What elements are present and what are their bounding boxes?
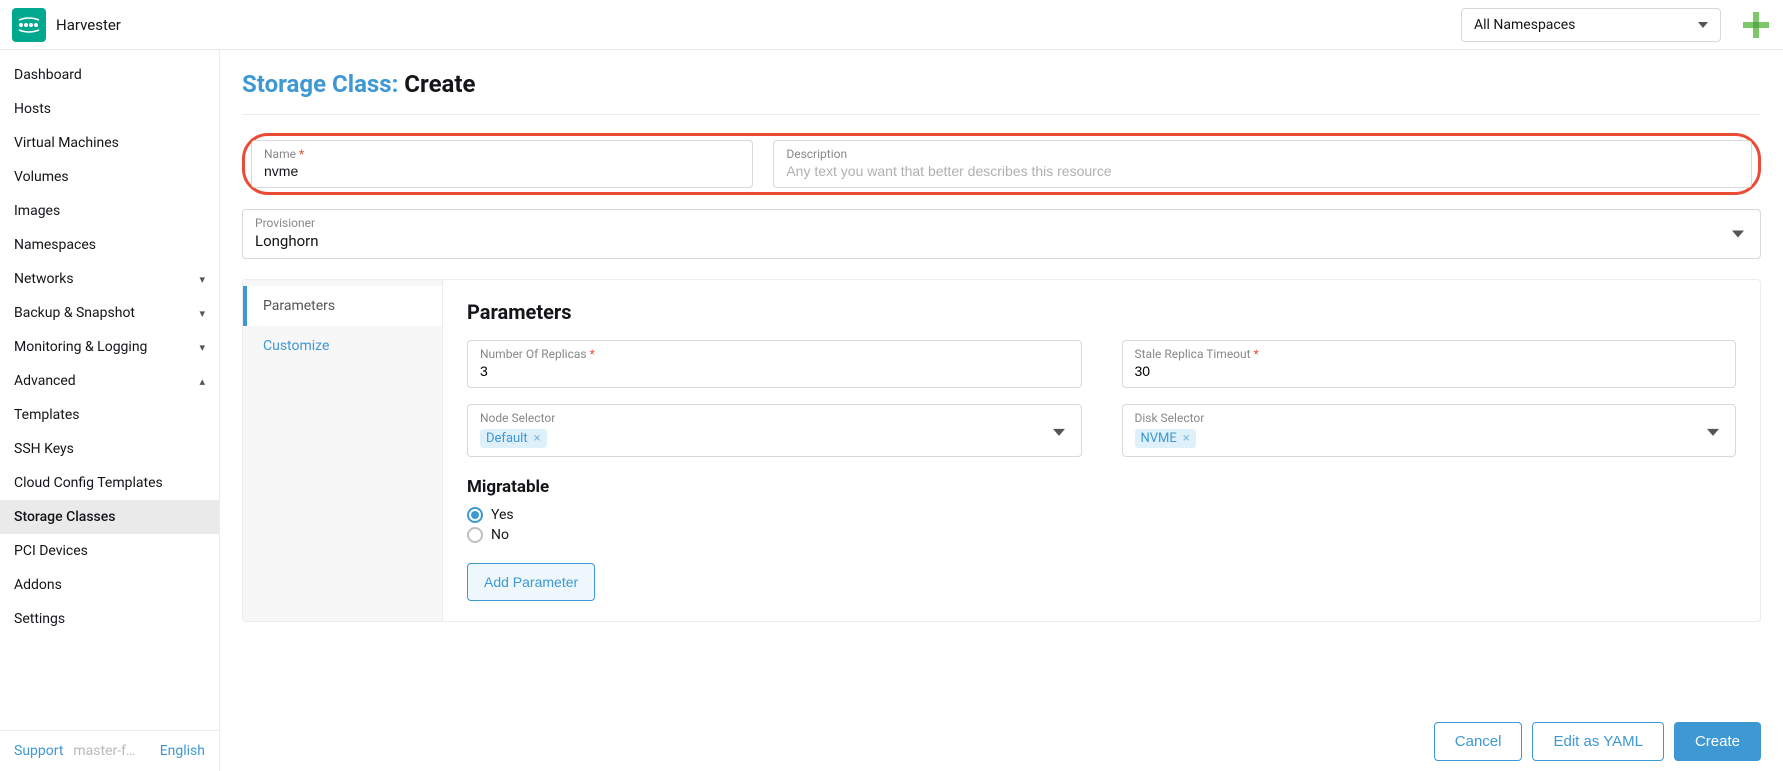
node-selector-tag: Default × xyxy=(480,429,547,448)
tab-parameters[interactable]: Parameters xyxy=(243,286,442,326)
sidebar-footer: Support master-f… English xyxy=(0,730,219,771)
description-label: Description xyxy=(786,147,1739,161)
breadcrumb-parent[interactable]: Storage Class: xyxy=(242,70,398,98)
chevron-down-icon: ▾ xyxy=(199,307,205,320)
migratable-no-radio[interactable]: No xyxy=(467,527,1736,543)
stale-timeout-field-wrapper[interactable]: Stale Replica Timeout * xyxy=(1122,340,1737,388)
sidebar: Dashboard Hosts Virtual Machines Volumes… xyxy=(0,50,220,771)
migratable-heading: Migratable xyxy=(467,477,1736,497)
edit-as-yaml-button[interactable]: Edit as YAML xyxy=(1532,722,1664,761)
sidebar-item-settings[interactable]: Settings xyxy=(0,602,219,636)
sidebar-item-namespaces[interactable]: Namespaces xyxy=(0,228,219,262)
provisioner-select[interactable]: Provisioner Longhorn xyxy=(242,209,1761,259)
node-selector-label: Node Selector xyxy=(480,411,1069,425)
support-link[interactable]: Support xyxy=(14,743,63,759)
stale-timeout-label: Stale Replica Timeout * xyxy=(1135,347,1724,361)
migratable-yes-label: Yes xyxy=(491,507,514,523)
radio-selected-icon xyxy=(467,507,483,523)
stale-timeout-input[interactable] xyxy=(1135,363,1724,379)
node-selector-select[interactable]: Node Selector Default × xyxy=(467,404,1082,457)
description-input[interactable] xyxy=(786,163,1739,179)
brand-logo[interactable] xyxy=(12,8,46,42)
replicas-field-wrapper[interactable]: Number Of Replicas * xyxy=(467,340,1082,388)
tab-content-parameters: Parameters Number Of Replicas * Stale Re… xyxy=(443,280,1760,621)
version-label: master-f… xyxy=(73,743,135,759)
sidebar-item-images[interactable]: Images xyxy=(0,194,219,228)
remove-tag-icon[interactable]: × xyxy=(534,431,541,446)
chevron-up-icon: ▴ xyxy=(199,375,205,388)
user-avatar[interactable] xyxy=(1741,10,1771,40)
sidebar-group-monitoring-logging[interactable]: Monitoring & Logging▾ xyxy=(0,330,219,364)
tab-column: Parameters Customize xyxy=(243,280,443,621)
harvester-logo-icon xyxy=(17,16,41,34)
migratable-no-label: No xyxy=(491,527,509,543)
avatar-icon xyxy=(1741,10,1771,40)
header: Harvester All Namespaces xyxy=(0,0,1783,50)
footer-actions: Cancel Edit as YAML Create xyxy=(1434,722,1761,761)
page-title: Storage Class: Create xyxy=(242,70,1761,115)
parameters-heading: Parameters xyxy=(467,300,1736,324)
tabbed-panel: Parameters Customize Parameters Number O… xyxy=(242,279,1761,622)
disk-selector-label: Disk Selector xyxy=(1135,411,1724,425)
sidebar-group-backup-snapshot[interactable]: Backup & Snapshot▾ xyxy=(0,296,219,330)
chevron-down-icon: ▾ xyxy=(199,273,205,286)
sidebar-group-advanced[interactable]: Advanced▴ xyxy=(0,364,219,398)
disk-selector-select[interactable]: Disk Selector NVME × xyxy=(1122,404,1737,457)
sidebar-item-cloud-config-templates[interactable]: Cloud Config Templates xyxy=(0,466,219,500)
namespace-selector[interactable]: All Namespaces xyxy=(1461,8,1721,42)
name-field-wrapper[interactable]: Name * xyxy=(251,140,753,188)
create-button[interactable]: Create xyxy=(1674,722,1761,761)
sidebar-item-addons[interactable]: Addons xyxy=(0,568,219,602)
provisioner-value: Longhorn xyxy=(255,232,1748,250)
radio-unselected-icon xyxy=(467,527,483,543)
description-field-wrapper[interactable]: Description xyxy=(773,140,1752,188)
sidebar-item-pci-devices[interactable]: PCI Devices xyxy=(0,534,219,568)
tab-customize[interactable]: Customize xyxy=(243,326,442,366)
cancel-button[interactable]: Cancel xyxy=(1434,722,1523,761)
breadcrumb-leaf: Create xyxy=(404,70,475,98)
sidebar-item-templates[interactable]: Templates xyxy=(0,398,219,432)
sidebar-item-ssh-keys[interactable]: SSH Keys xyxy=(0,432,219,466)
language-selector[interactable]: English xyxy=(160,743,205,759)
sidebar-item-volumes[interactable]: Volumes xyxy=(0,160,219,194)
migratable-yes-radio[interactable]: Yes xyxy=(467,507,1736,523)
name-input[interactable] xyxy=(264,163,740,179)
namespace-selected: All Namespaces xyxy=(1474,17,1575,33)
replicas-input[interactable] xyxy=(480,363,1069,379)
sidebar-group-networks[interactable]: Networks▾ xyxy=(0,262,219,296)
provisioner-label: Provisioner xyxy=(255,216,1748,230)
sidebar-item-storage-classes[interactable]: Storage Classes xyxy=(0,500,219,534)
remove-tag-icon[interactable]: × xyxy=(1183,431,1190,446)
sidebar-item-virtual-machines[interactable]: Virtual Machines xyxy=(0,126,219,160)
disk-selector-tag: NVME × xyxy=(1135,429,1196,448)
replicas-label: Number Of Replicas * xyxy=(480,347,1069,361)
brand-name: Harvester xyxy=(56,16,121,34)
name-label: Name * xyxy=(264,147,740,161)
sidebar-item-hosts[interactable]: Hosts xyxy=(0,92,219,126)
sidebar-item-dashboard[interactable]: Dashboard xyxy=(0,58,219,92)
add-parameter-button[interactable]: Add Parameter xyxy=(467,563,595,601)
chevron-down-icon: ▾ xyxy=(199,341,205,354)
highlight-annotation: Name * Description xyxy=(242,133,1761,195)
